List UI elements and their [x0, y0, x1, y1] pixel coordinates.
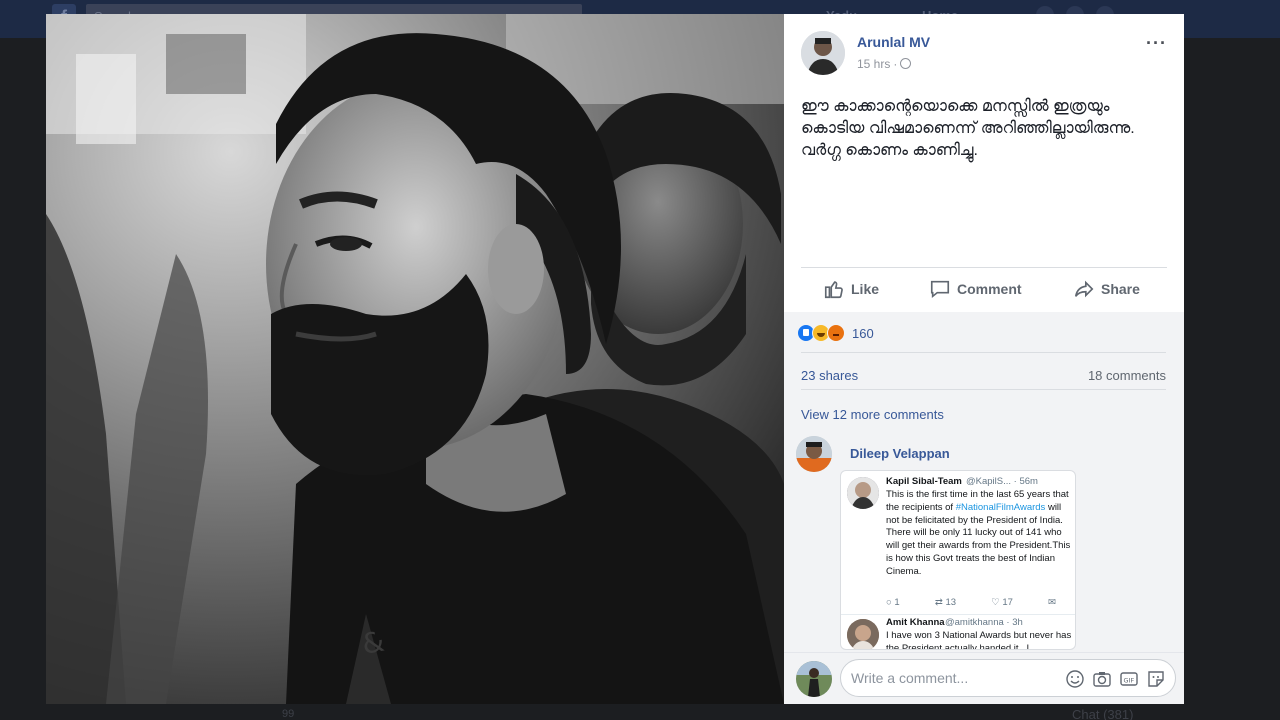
- author-avatar[interactable]: [801, 31, 845, 75]
- background-reaction-count: 99: [282, 708, 295, 720]
- post-timestamp[interactable]: 15 hrs: [857, 57, 890, 71]
- background-page-footer: 99 Chat (381): [0, 704, 1280, 720]
- tweet-text-part-2: will not be felicitated by the President…: [886, 501, 1071, 577]
- photo-image: &: [46, 14, 784, 704]
- like-label: Like: [851, 281, 880, 297]
- tweet-text: This is the first time in the last 65 ye…: [886, 489, 1074, 579]
- tweet-retweet-count: 13: [945, 597, 957, 608]
- post-stats: 23 shares 18 comments: [801, 352, 1166, 390]
- comment-input-wrapper: GIF: [840, 659, 1176, 697]
- tweet-author-name: Kapil Sibal-Team: [886, 476, 962, 487]
- current-user-avatar[interactable]: [796, 661, 832, 697]
- share-arrow-icon: [1074, 280, 1094, 298]
- post-photo[interactable]: &: [46, 14, 784, 704]
- tweet-like-stat: ♡ 17: [991, 597, 1013, 608]
- post-author-name[interactable]: Arunlal MV: [857, 34, 930, 50]
- angry-reaction-icon: [827, 324, 845, 342]
- commenter-name[interactable]: Dileep Velappan: [850, 446, 950, 461]
- tweet-author-handle: @KapilS... · 56m: [966, 476, 1038, 487]
- more-options-icon[interactable]: ···: [1146, 33, 1167, 54]
- sticker-icon[interactable]: [1146, 669, 1166, 689]
- emoji-icon[interactable]: [1065, 669, 1085, 689]
- tweet-divider: [841, 614, 1075, 615]
- tweet-reply-text: I have won 3 National Awards but never h…: [886, 630, 1072, 650]
- post-header: Arunlal MV 15 hrs · ···: [801, 31, 1167, 81]
- tweet-reply-count: 1: [894, 597, 900, 608]
- tweet-reply-author-handle: @amitkhanna · 3h: [945, 617, 1023, 628]
- tweet-actions: ○ 1 ⇄ 13 ♡ 17 ✉: [886, 597, 1056, 608]
- post-actions-bar: Like Comment Share: [801, 267, 1167, 313]
- comment-screenshot-image[interactable]: Kapil Sibal-Team @KapilS... · 56m This i…: [840, 470, 1076, 650]
- svg-text:GIF: GIF: [1124, 677, 1135, 685]
- comments-section: 160 23 shares 18 comments View 12 more c…: [784, 312, 1184, 704]
- tweet-reply-avatar: [847, 619, 879, 649]
- camera-icon[interactable]: [1092, 669, 1112, 689]
- comment-input[interactable]: [851, 668, 1051, 688]
- tweet-author-avatar: [847, 477, 879, 509]
- comment-button[interactable]: Comment: [929, 278, 1022, 300]
- comments-count[interactable]: 18 comments: [1088, 368, 1166, 383]
- view-more-comments-link[interactable]: View 12 more comments: [801, 407, 944, 422]
- tweet-retweet-stat: ⇄ 13: [935, 597, 956, 608]
- comment-label: Comment: [957, 281, 1022, 297]
- commenter-avatar[interactable]: [796, 436, 832, 472]
- chat-button[interactable]: Chat (381): [1072, 707, 1133, 720]
- post-side-panel: Arunlal MV 15 hrs · ··· ഈ കാക്കാന്റെയൊക്ക…: [784, 14, 1184, 704]
- reaction-count[interactable]: 160: [852, 326, 874, 341]
- globe-icon[interactable]: [900, 58, 912, 69]
- mail-icon: ✉: [1048, 597, 1056, 608]
- meta-separator: ·: [893, 57, 898, 71]
- post-meta: 15 hrs ·: [857, 57, 912, 71]
- tweet-reply-author-name: Amit Khanna: [886, 617, 945, 628]
- reactions-summary[interactable]: 160: [797, 324, 874, 342]
- share-button[interactable]: Share: [1073, 278, 1140, 300]
- tweet-hashtag: #NationalFilmAwards: [955, 501, 1046, 513]
- tweet-like-count: 17: [1002, 597, 1013, 608]
- post-text: ഈ കാക്കാന്റെയൊക്കെ മനസ്സിൽ ഇത്രയും കൊടിയ…: [801, 98, 1135, 159]
- gif-icon[interactable]: GIF: [1119, 669, 1139, 689]
- share-label: Share: [1101, 281, 1140, 297]
- like-button[interactable]: Like: [823, 278, 879, 300]
- retweet-icon: ⇄: [934, 597, 946, 608]
- heart-icon: ♡: [991, 597, 1003, 608]
- thumbs-up-icon: [824, 281, 843, 299]
- shares-count[interactable]: 23 shares: [801, 368, 858, 383]
- comment-composer: GIF: [784, 652, 1184, 704]
- tweet-reply-stat: ○ 1: [886, 597, 900, 608]
- comment-bubble-icon: [930, 280, 950, 299]
